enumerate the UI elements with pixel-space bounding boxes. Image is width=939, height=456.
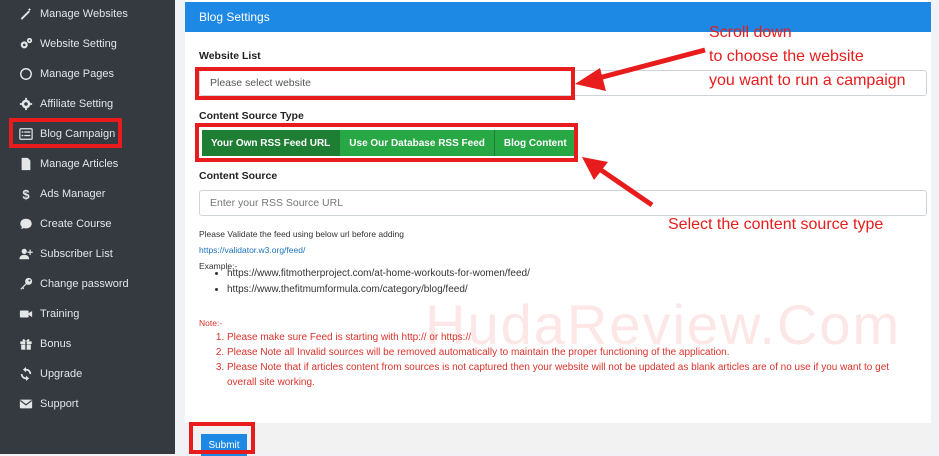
sidebar-item-manage-pages[interactable]: Manage Pages xyxy=(0,62,175,86)
sidebar-item-label: Manage Pages xyxy=(40,68,114,80)
database-rss-feed-button[interactable]: Use Our Database RSS Feed xyxy=(340,130,495,156)
user-plus-icon xyxy=(18,246,34,262)
list-item: https://www.fitmotherproject.com/at-home… xyxy=(227,268,530,279)
sidebar-item-bonus[interactable]: Bonus xyxy=(0,332,175,356)
sidebar-item-manage-articles[interactable]: Manage Articles xyxy=(0,152,175,176)
circle-icon xyxy=(18,66,34,82)
website-list-label: Website List xyxy=(199,50,261,62)
chat-icon xyxy=(18,216,34,232)
validate-text: Please Validate the feed using below url… xyxy=(199,229,404,239)
video-icon xyxy=(18,306,34,322)
sidebar-item-label: Create Course xyxy=(40,218,112,230)
sidebar-item-affiliate-setting[interactable]: Affiliate Setting xyxy=(0,92,175,116)
sidebar-item-label: Subscriber List xyxy=(40,248,113,260)
sidebar-item-label: Bonus xyxy=(40,338,72,350)
gears-icon xyxy=(18,36,34,52)
content-source-type-label: Content Source Type xyxy=(199,110,304,122)
sidebar-item-label: Ads Manager xyxy=(40,188,106,200)
blog-content-button[interactable]: Blog Content xyxy=(494,130,576,156)
rss-source-input[interactable] xyxy=(199,190,927,216)
sidebar-item-create-course[interactable]: Create Course xyxy=(0,212,175,236)
note-label: Note:- xyxy=(199,318,223,328)
envelope-icon xyxy=(18,396,34,412)
sidebar-item-label: Upgrade xyxy=(40,368,83,380)
sidebar-item-ads-manager[interactable]: $ Ads Manager xyxy=(0,182,175,206)
sidebar-item-label: Affiliate Setting xyxy=(40,98,114,110)
sidebar-item-label: Manage Articles xyxy=(40,158,119,170)
sidebar-item-label: Manage Websites xyxy=(40,8,128,20)
content-source-label: Content Source xyxy=(199,170,278,182)
card-title: Blog Settings xyxy=(199,10,270,24)
sidebar-item-subscriber-list[interactable]: Subscriber List xyxy=(0,242,175,266)
sidebar-item-label: Blog Campaign xyxy=(40,128,116,140)
list-item: https://www.thefitmumformula.com/categor… xyxy=(227,284,530,295)
sidebar: Manage Websites Website Setting Manage P… xyxy=(0,0,175,454)
sidebar-item-blog-campaign[interactable]: Blog Campaign xyxy=(0,122,175,146)
list-item: Please make sure Feed is starting with h… xyxy=(227,330,917,345)
file-icon xyxy=(18,156,34,172)
annotation-scroll-line-2: to choose the website xyxy=(709,48,864,65)
sidebar-item-support[interactable]: Support xyxy=(0,392,175,416)
gift-icon xyxy=(18,336,34,352)
annotation-scroll-line-1: Scroll down xyxy=(709,24,792,41)
sidebar-item-upgrade[interactable]: Upgrade xyxy=(0,362,175,386)
source-type-group: Your Own RSS Feed URL Use Our Database R… xyxy=(202,130,576,156)
notes-list: Please make sure Feed is starting with h… xyxy=(215,330,917,390)
dollar-icon: $ xyxy=(22,186,30,202)
key-icon xyxy=(18,276,34,292)
annotation-select-text: Select the content source type xyxy=(668,216,884,233)
sidebar-item-training[interactable]: Training xyxy=(0,302,175,326)
sidebar-item-label: Website Setting xyxy=(40,38,117,50)
sidebar-item-website-setting[interactable]: Website Setting xyxy=(0,32,175,56)
sidebar-item-change-password[interactable]: Change password xyxy=(0,272,175,296)
annotation-scroll-line-3: you want to run a campaign xyxy=(709,72,906,89)
card-header: Blog Settings xyxy=(185,2,931,32)
sidebar-item-label: Support xyxy=(40,398,79,410)
sync-icon xyxy=(18,366,34,382)
example-list: https://www.fitmotherproject.com/at-home… xyxy=(215,268,530,300)
sidebar-item-label: Training xyxy=(40,308,80,320)
sidebar-item-manage-websites[interactable]: Manage Websites xyxy=(0,2,175,26)
list-item: Please Note all Invalid sources will be … xyxy=(227,345,917,360)
magic-wand-icon xyxy=(18,6,34,22)
gear-icon xyxy=(18,96,34,112)
list-icon xyxy=(18,126,34,142)
list-item: Please Note that if articles content fro… xyxy=(227,360,917,390)
own-rss-feed-button[interactable]: Your Own RSS Feed URL xyxy=(202,130,341,156)
validator-link[interactable]: https://validator.w3.org/feed/ xyxy=(199,245,305,255)
sidebar-item-label: Change password xyxy=(40,278,129,290)
submit-button[interactable]: Submit xyxy=(201,434,247,456)
card-footer xyxy=(185,423,931,454)
